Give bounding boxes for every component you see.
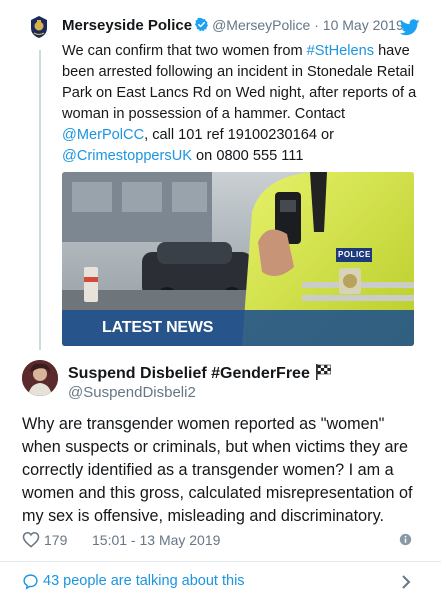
mention-link-merpolcc[interactable]: @MerPolCC [62,127,144,143]
author-name-text: Suspend Disbelief #GenderFree [68,365,310,382]
hashtag-link-sthelens[interactable]: #StHelens [307,43,374,59]
tweet-timestamp[interactable]: 15:01 - 13 May 2019 [92,532,220,548]
quoted-tweet-image[interactable]: POLICE LATEST NEWS [62,172,414,346]
thread-line [39,50,41,350]
date-separator: · [310,17,323,33]
author-name[interactable]: Suspend Disbelief #GenderFree [68,363,332,386]
speech-bubble-icon [22,573,39,595]
police-crest-avatar[interactable] [26,14,52,40]
quoted-date[interactable]: 10 May 2019 [323,17,404,33]
latest-news-banner: LATEST NEWS [62,310,414,346]
quoted-tweet[interactable]: Merseyside Police @MerseyPolice · 10 May … [0,0,441,352]
tweet-text: Why are transgender women reported as "w… [22,415,413,525]
checkered-flag-icon [314,363,332,386]
text-segment: on 0800 555 111 [191,148,304,164]
talking-about-link[interactable]: 43 people are talking about this [43,573,245,589]
quoted-author-name[interactable]: Merseyside Police [62,17,192,34]
text-segment: , call 101 ref 19100230164 or [144,127,334,143]
tweet-meta: 179 15:01 - 13 May 2019 [22,530,422,550]
verified-badge-icon [194,17,209,36]
quoted-tweet-text: We can confirm that two women from #StHe… [62,41,424,167]
quoted-handle[interactable]: @MerseyPolice [212,17,310,33]
author-handle[interactable]: @SuspendDisbeli2 [68,384,196,401]
heart-icon[interactable] [22,531,40,551]
police-badge-text: POLICE [338,250,371,259]
twitter-bird-icon[interactable] [399,19,420,41]
latest-news-label: LATEST NEWS [102,319,214,336]
chevron-right-icon[interactable] [400,574,412,595]
text-segment: We can confirm that two women from [62,43,307,59]
avatar[interactable] [22,360,58,396]
talking-about-row[interactable]: 43 people are talking about this [0,562,441,600]
mention-link-crimestoppersuk[interactable]: @CrimestoppersUK [62,148,192,164]
quoted-tweet-header: Merseyside Police @MerseyPolice · 10 May … [62,17,404,36]
info-icon[interactable] [399,533,412,549]
like-count[interactable]: 179 [44,532,67,548]
